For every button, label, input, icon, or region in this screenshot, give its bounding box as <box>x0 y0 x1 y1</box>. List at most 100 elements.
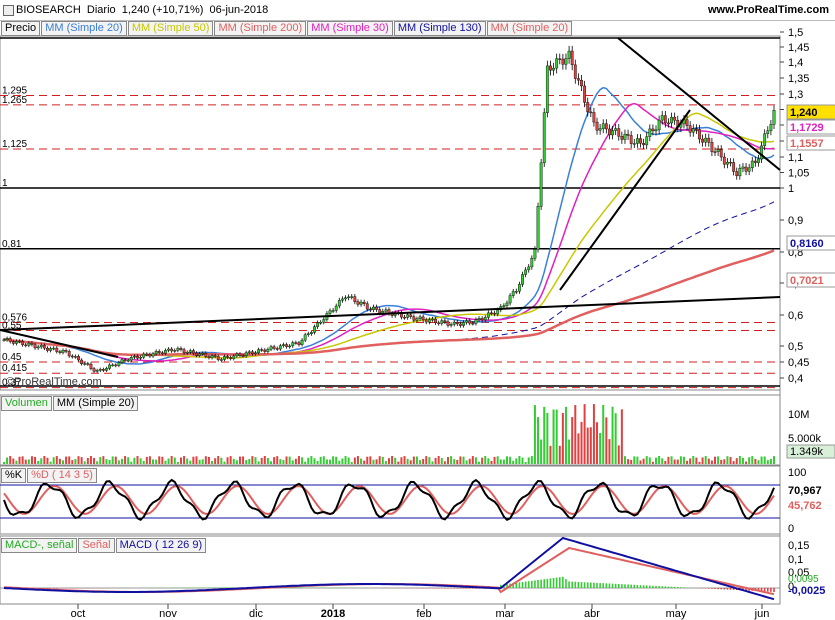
volume-bar <box>248 459 251 464</box>
volume-bar <box>651 461 654 464</box>
candle-body <box>486 312 490 318</box>
candle-body <box>549 65 552 71</box>
macd-hist-bar <box>55 588 58 589</box>
volume-bar <box>61 460 64 464</box>
candle-body <box>744 166 748 172</box>
y-tick-label: 1,45 <box>788 42 809 54</box>
candle-body <box>170 348 174 352</box>
volume-bar <box>664 460 667 464</box>
x-tick-label: dic <box>249 608 264 620</box>
volume-bar <box>325 459 328 464</box>
volume-bar <box>220 457 223 464</box>
volume-bar <box>499 459 502 464</box>
candle-body <box>133 355 136 358</box>
volume-bar <box>639 460 642 464</box>
volume-bar <box>757 460 760 464</box>
volume-bar <box>630 459 633 464</box>
volume-bar <box>335 456 338 464</box>
volume-bar <box>37 461 40 464</box>
macd-hist-bar <box>524 581 527 588</box>
candle-body <box>306 333 310 336</box>
x-tick-label: mar <box>496 608 515 620</box>
volume-bar <box>301 457 304 464</box>
volume-bar <box>732 461 735 464</box>
volume-bar <box>515 458 518 464</box>
macd-hist-bar <box>543 579 546 588</box>
volume-bar <box>462 456 465 464</box>
volume-bar <box>636 456 639 464</box>
candle-body <box>285 344 288 347</box>
volume-bar <box>99 457 102 464</box>
volume-bar <box>769 458 772 464</box>
macd-hist-bar <box>627 584 629 588</box>
volume-bar <box>117 460 120 464</box>
macd-hist-bar <box>295 587 297 588</box>
volume-bar <box>468 458 471 464</box>
volume-bar <box>658 456 661 464</box>
candle-body <box>710 142 714 152</box>
level-label: 1,125 <box>2 139 27 150</box>
volume-bar <box>512 460 515 464</box>
candle-body <box>219 359 223 361</box>
volume-bar <box>58 458 61 464</box>
macd-hist-bar <box>456 588 459 589</box>
volume-bar <box>592 404 595 464</box>
candle-body <box>49 348 52 351</box>
candle-body <box>716 149 720 152</box>
candle-body <box>766 130 770 134</box>
volume-bar <box>415 456 418 464</box>
candle-body <box>145 353 149 356</box>
volume-bar <box>105 459 108 464</box>
volume-bar <box>471 456 474 464</box>
volume-bar <box>720 459 723 464</box>
candle-body <box>235 353 239 357</box>
volume-bar <box>71 460 74 464</box>
macd-hist-bar <box>670 586 673 588</box>
chart-canvas[interactable]: 1,51,451,41,351,31,251,21,151,11,0510,90… <box>0 0 835 620</box>
volume-bar <box>707 458 710 464</box>
candle-body <box>601 123 605 129</box>
volume-bar <box>347 457 350 464</box>
volume-bar <box>133 457 136 464</box>
macd-hist-bar <box>537 580 539 588</box>
volume-bar <box>400 457 403 464</box>
volume-bar <box>611 406 614 464</box>
volume-bar <box>152 459 155 464</box>
candle-body <box>39 345 43 348</box>
volume-bar <box>453 459 456 464</box>
macd-hist-bar <box>555 577 558 588</box>
volume-bar <box>201 459 204 464</box>
volume-bar <box>96 461 99 464</box>
macd-hist-bar <box>773 588 775 592</box>
candle-body <box>341 298 344 301</box>
candle-body <box>617 128 621 137</box>
macd-y-tick: 0,15 <box>788 540 809 552</box>
candle-body <box>530 258 534 268</box>
macd-hist-bar <box>298 587 300 588</box>
volume-bar <box>211 461 214 464</box>
macd-hist-bar <box>633 584 636 588</box>
candle-body <box>747 167 751 172</box>
macd-hist-bar <box>205 587 207 588</box>
candle-body <box>36 346 40 349</box>
volume-bar <box>276 456 279 464</box>
price-panel <box>0 35 781 391</box>
volume-bar <box>533 405 536 464</box>
candle-body <box>480 318 484 321</box>
volume-bar <box>167 458 170 464</box>
candle-body <box>511 291 515 296</box>
candle-body <box>229 357 233 359</box>
macd-y-tick: 0,1 <box>788 554 803 566</box>
volume-bar <box>83 461 86 464</box>
volume-bar <box>555 409 558 464</box>
candle-body <box>654 129 658 132</box>
candle-body <box>502 305 506 307</box>
stoch-badge-k: 70,967 <box>788 485 822 497</box>
candle-body <box>347 296 351 299</box>
macd-hist-bar <box>568 581 570 588</box>
candle-body <box>185 351 189 354</box>
candle-body <box>303 334 307 341</box>
volume-bar <box>356 456 359 464</box>
volume-bar <box>34 456 37 464</box>
volume-bar <box>3 462 5 464</box>
